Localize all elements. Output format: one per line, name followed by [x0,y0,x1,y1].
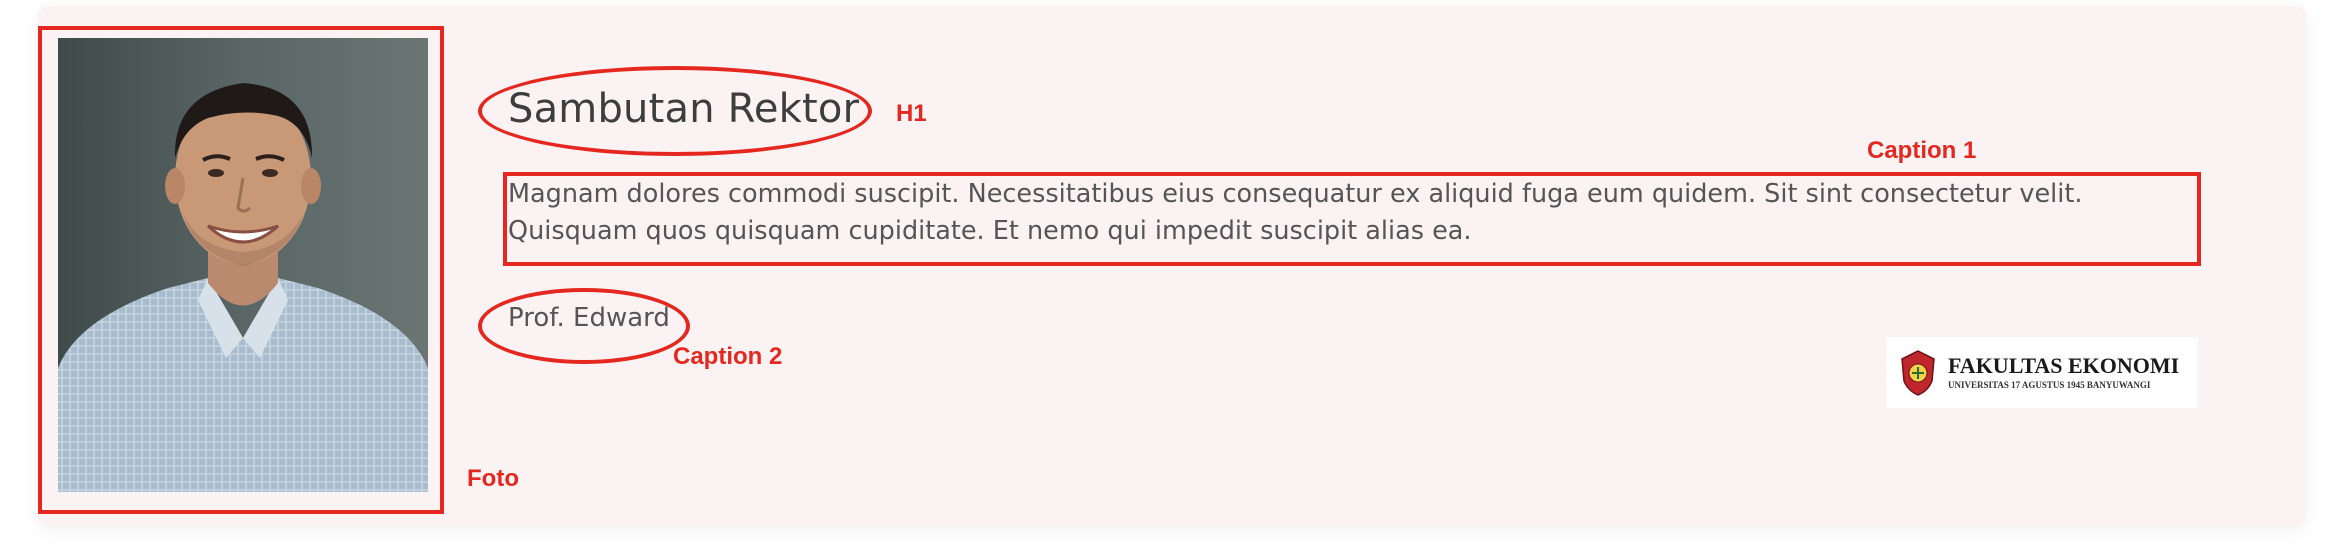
caption2-annotation-label: Caption 2 [673,343,783,370]
logo-title: FAKULTAS EKONOMI [1948,353,2180,378]
caption1-annotation-box [503,172,2201,266]
caption1-annotation-label: Caption 1 [1867,137,1977,164]
university-emblem-icon [1901,349,1935,396]
foto-annotation-box [38,26,444,514]
logo-subtitle: UNIVERSITAS 17 AGUSTUS 1945 BANYUWANGI [1948,380,2151,390]
h1-annotation-label: H1 [896,100,927,127]
faculty-logo: FAKULTAS EKONOMI UNIVERSITAS 17 AGUSTUS … [1886,337,2198,408]
caption2-annotation-ellipse [478,288,690,364]
h1-annotation-ellipse [478,66,872,156]
foto-annotation-label: Foto [467,465,519,492]
